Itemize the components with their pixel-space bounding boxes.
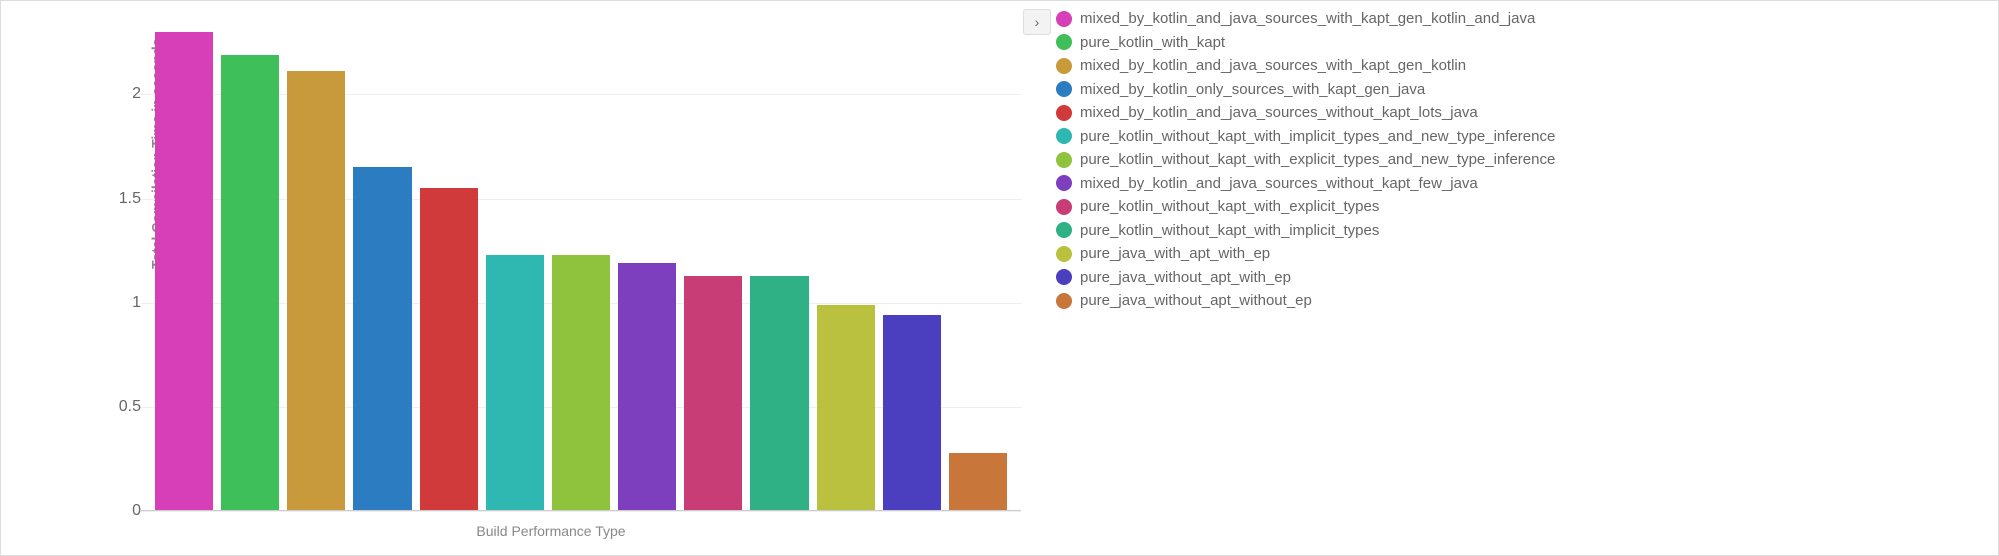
chevron-right-icon: › (1035, 14, 1040, 30)
bar-slot (746, 11, 812, 511)
bar[interactable] (420, 188, 478, 511)
chart-container: Total Compilation Time in seconds 00.511… (0, 0, 1999, 556)
bars-group (141, 11, 1021, 511)
bar[interactable] (287, 71, 345, 511)
bar[interactable] (817, 305, 875, 511)
legend-label: mixed_by_kotlin_and_java_sources_with_ka… (1080, 56, 1466, 76)
legend-swatch (1056, 152, 1072, 168)
legend-item[interactable]: pure_java_without_apt_without_ep (1056, 291, 1555, 311)
x-axis-line (141, 510, 1021, 511)
legend-label: pure_kotlin_without_kapt_with_implicit_t… (1080, 127, 1555, 147)
bar[interactable] (221, 55, 279, 511)
y-tick: 2 (91, 85, 141, 103)
legend-swatch (1056, 222, 1072, 238)
legend-item[interactable]: mixed_by_kotlin_and_java_sources_with_ka… (1056, 56, 1555, 76)
legend-item[interactable]: mixed_by_kotlin_and_java_sources_without… (1056, 103, 1555, 123)
legend-swatch (1056, 81, 1072, 97)
bar[interactable] (684, 276, 742, 511)
legend-label: pure_kotlin_with_kapt (1080, 33, 1225, 53)
bar-slot (945, 11, 1011, 511)
bar-slot (151, 11, 217, 511)
legend-swatch (1056, 269, 1072, 285)
bar-slot (416, 11, 482, 511)
bar[interactable] (155, 32, 213, 511)
bar[interactable] (486, 255, 544, 511)
y-tick: 1 (91, 294, 141, 312)
bar[interactable] (750, 276, 808, 511)
bar-slot (879, 11, 945, 511)
legend-swatch (1056, 246, 1072, 262)
legend-swatch (1056, 58, 1072, 74)
legend-swatch (1056, 199, 1072, 215)
legend-item[interactable]: pure_kotlin_without_kapt_with_explicit_t… (1056, 150, 1555, 170)
legend-swatch (1056, 175, 1072, 191)
y-axis: 00.511.52 (81, 11, 141, 511)
legend-swatch (1056, 105, 1072, 121)
bar[interactable] (949, 453, 1007, 511)
bar-slot (614, 11, 680, 511)
bar-slot (482, 11, 548, 511)
legend-label: pure_java_without_apt_without_ep (1080, 291, 1312, 311)
legend-label: pure_java_with_apt_with_ep (1080, 244, 1270, 264)
gridline (141, 511, 1021, 512)
legend-collapse-button[interactable]: › (1023, 9, 1051, 35)
legend-label: pure_kotlin_without_kapt_with_explicit_t… (1080, 150, 1555, 170)
legend-swatch (1056, 293, 1072, 309)
legend-label: mixed_by_kotlin_and_java_sources_without… (1080, 174, 1478, 194)
bar[interactable] (552, 255, 610, 511)
legend-swatch (1056, 34, 1072, 50)
bar-slot (813, 11, 879, 511)
legend-item[interactable]: pure_java_without_apt_with_ep (1056, 268, 1555, 288)
legend-item[interactable]: pure_kotlin_without_kapt_with_explicit_t… (1056, 197, 1555, 217)
legend-item[interactable]: pure_kotlin_without_kapt_with_implicit_t… (1056, 221, 1555, 241)
legend-label: pure_java_without_apt_with_ep (1080, 268, 1291, 288)
legend-item[interactable]: pure_java_with_apt_with_ep (1056, 244, 1555, 264)
bar-slot (349, 11, 415, 511)
legend-item[interactable]: mixed_by_kotlin_only_sources_with_kapt_g… (1056, 80, 1555, 100)
bar-slot (283, 11, 349, 511)
bar[interactable] (353, 167, 411, 511)
legend-item[interactable]: pure_kotlin_with_kapt (1056, 33, 1555, 53)
bar-slot (680, 11, 746, 511)
legend-label: mixed_by_kotlin_and_java_sources_with_ka… (1080, 9, 1535, 29)
y-tick: 0 (91, 502, 141, 520)
y-tick: 0.5 (91, 398, 141, 416)
legend-swatch (1056, 11, 1072, 27)
legend-label: pure_kotlin_without_kapt_with_explicit_t… (1080, 197, 1379, 217)
legend: mixed_by_kotlin_and_java_sources_with_ka… (1056, 9, 1555, 315)
legend-label: mixed_by_kotlin_and_java_sources_without… (1080, 103, 1478, 123)
legend-item[interactable]: pure_kotlin_without_kapt_with_implicit_t… (1056, 127, 1555, 147)
x-axis-label: Build Performance Type (81, 523, 1021, 539)
bar[interactable] (883, 315, 941, 511)
bar-slot (217, 11, 283, 511)
legend-label: mixed_by_kotlin_only_sources_with_kapt_g… (1080, 80, 1425, 100)
legend-item[interactable]: mixed_by_kotlin_and_java_sources_with_ka… (1056, 9, 1555, 29)
plot-area: Total Compilation Time in seconds 00.511… (81, 11, 1021, 511)
bar-slot (548, 11, 614, 511)
legend-item[interactable]: mixed_by_kotlin_and_java_sources_without… (1056, 174, 1555, 194)
legend-swatch (1056, 128, 1072, 144)
legend-label: pure_kotlin_without_kapt_with_implicit_t… (1080, 221, 1379, 241)
bar[interactable] (618, 263, 676, 511)
y-tick: 1.5 (91, 190, 141, 208)
